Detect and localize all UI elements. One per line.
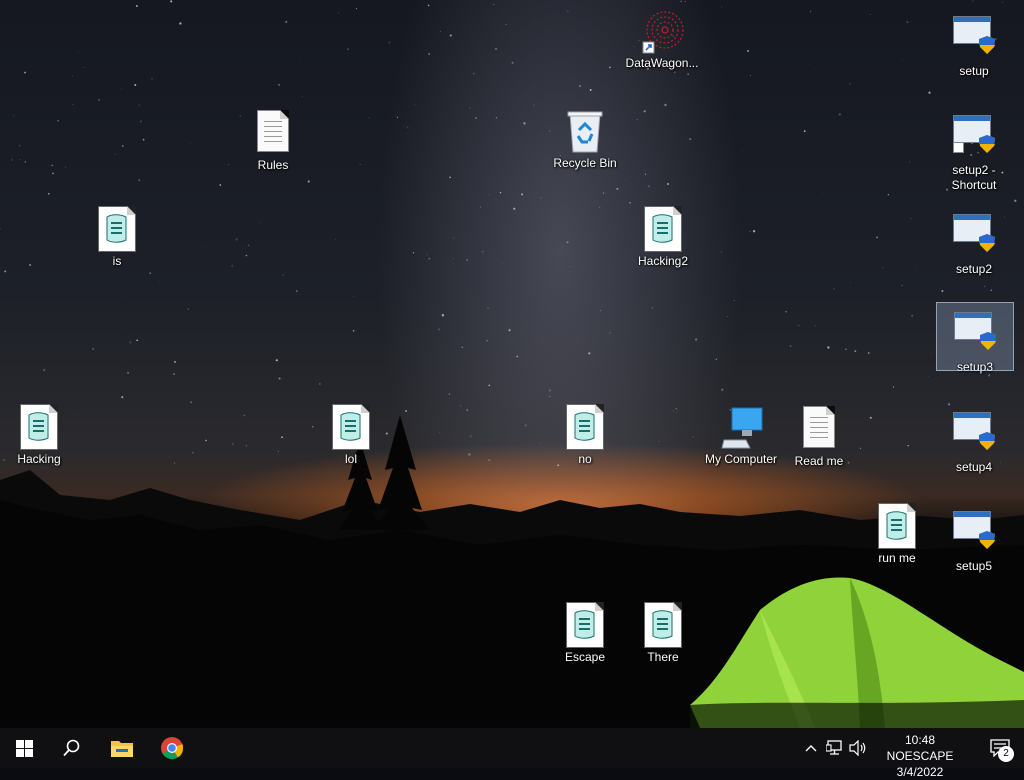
chrome-button[interactable] [148,728,196,768]
hacking-script-icon[interactable]: Hacking [1,404,77,467]
icon-label: setup3 [956,360,994,374]
icon-label: Hacking [17,452,61,466]
setup3-file-icon[interactable]: setup3 [936,302,1014,374]
icon-label: My Computer [704,452,778,466]
script-file-icon [566,602,604,648]
icon-label: run me [878,551,916,565]
windows-logo-icon [15,739,33,757]
installer-icon [954,312,996,350]
setup4-file-icon[interactable]: setup4 [936,408,1012,475]
start-button[interactable] [0,728,48,768]
there-script-icon[interactable]: There [625,602,701,665]
notification-badge: 2 [998,746,1014,762]
my-computer-icon[interactable]: My Computer [703,404,779,467]
show-hidden-icons-button[interactable] [800,728,822,768]
installer-icon [953,511,995,549]
icon-label: Recycle Bin [553,156,617,170]
file-explorer-button[interactable] [98,728,146,768]
script-file-icon [98,206,136,252]
icon-label: setup4 [955,460,993,474]
script-file-icon [20,404,58,450]
installer-icon [953,16,995,54]
text-document-icon [257,110,289,152]
script-file-icon [878,503,916,549]
read-me-file-icon[interactable]: Read me [781,404,857,469]
installer-icon [953,214,995,252]
icon-label: There [647,650,679,664]
volume-button[interactable] [847,728,869,768]
lol-script-icon[interactable]: lol [313,404,389,467]
clock[interactable]: 10:48 NOESCAPE 3/4/2022 [872,732,968,780]
action-center-button[interactable]: 2 [976,728,1024,768]
network-icon [826,740,842,755]
no-script-icon[interactable]: no [547,404,623,467]
run-me-script-icon[interactable]: run me [859,503,935,566]
installer-icon [953,412,995,450]
icon-label: Escape [564,650,606,664]
setup2-file-icon[interactable]: setup2 [936,210,1012,277]
monitor-icon [720,404,763,450]
script-file-icon [332,404,370,450]
icon-label: setup5 [955,559,993,573]
search-icon [63,739,80,757]
icon-label: setup [959,64,989,78]
search-button[interactable] [48,728,96,768]
setup5-file-icon[interactable]: setup5 [936,507,1012,574]
icon-label: is [112,254,122,268]
network-button[interactable] [824,728,846,768]
icon-label: DataWagon... [625,56,699,70]
icon-label: Rules [257,158,289,172]
clock-date: 3/4/2022 [896,765,944,779]
script-file-icon [644,602,682,648]
datawagon-app-icon [641,8,684,54]
taskbar: 10:48 NOESCAPE 3/4/2022 2 [0,728,1024,779]
recycle-bin-icon[interactable]: Recycle Bin [547,108,623,171]
setup2-shortcut-icon[interactable]: setup2 - Shortcut [936,111,1012,193]
chrome-icon [161,737,184,760]
desktop-wallpaper [0,0,1024,728]
recycle-bin-graphic [564,108,606,154]
hacking2-script-icon[interactable]: Hacking2 [625,206,701,269]
icon-label: no [578,452,592,466]
wallpaper-landscape [0,0,1024,728]
datawagon-shortcut-icon[interactable]: DataWagon... [624,8,700,71]
icon-label: setup2 - Shortcut [951,163,997,192]
text-document-icon [803,406,835,448]
clock-time: 10:48 NOESCAPE [886,733,954,763]
script-file-icon [566,404,604,450]
icon-label: setup2 [955,262,993,276]
is-script-icon[interactable]: is [79,206,155,269]
escape-script-icon[interactable]: Escape [547,602,623,665]
setup-file-icon[interactable]: setup [936,12,1012,79]
icon-label: Read me [794,454,844,468]
installer-icon [953,115,995,153]
rules-file-icon[interactable]: Rules [235,108,311,173]
script-file-icon [644,206,682,252]
volume-icon [849,740,866,756]
file-explorer-icon [111,741,133,757]
chevron-up-icon [805,745,817,752]
icon-label: lol [344,452,357,466]
icon-label: Hacking2 [637,254,689,268]
shortcut-arrow-icon [953,142,964,153]
